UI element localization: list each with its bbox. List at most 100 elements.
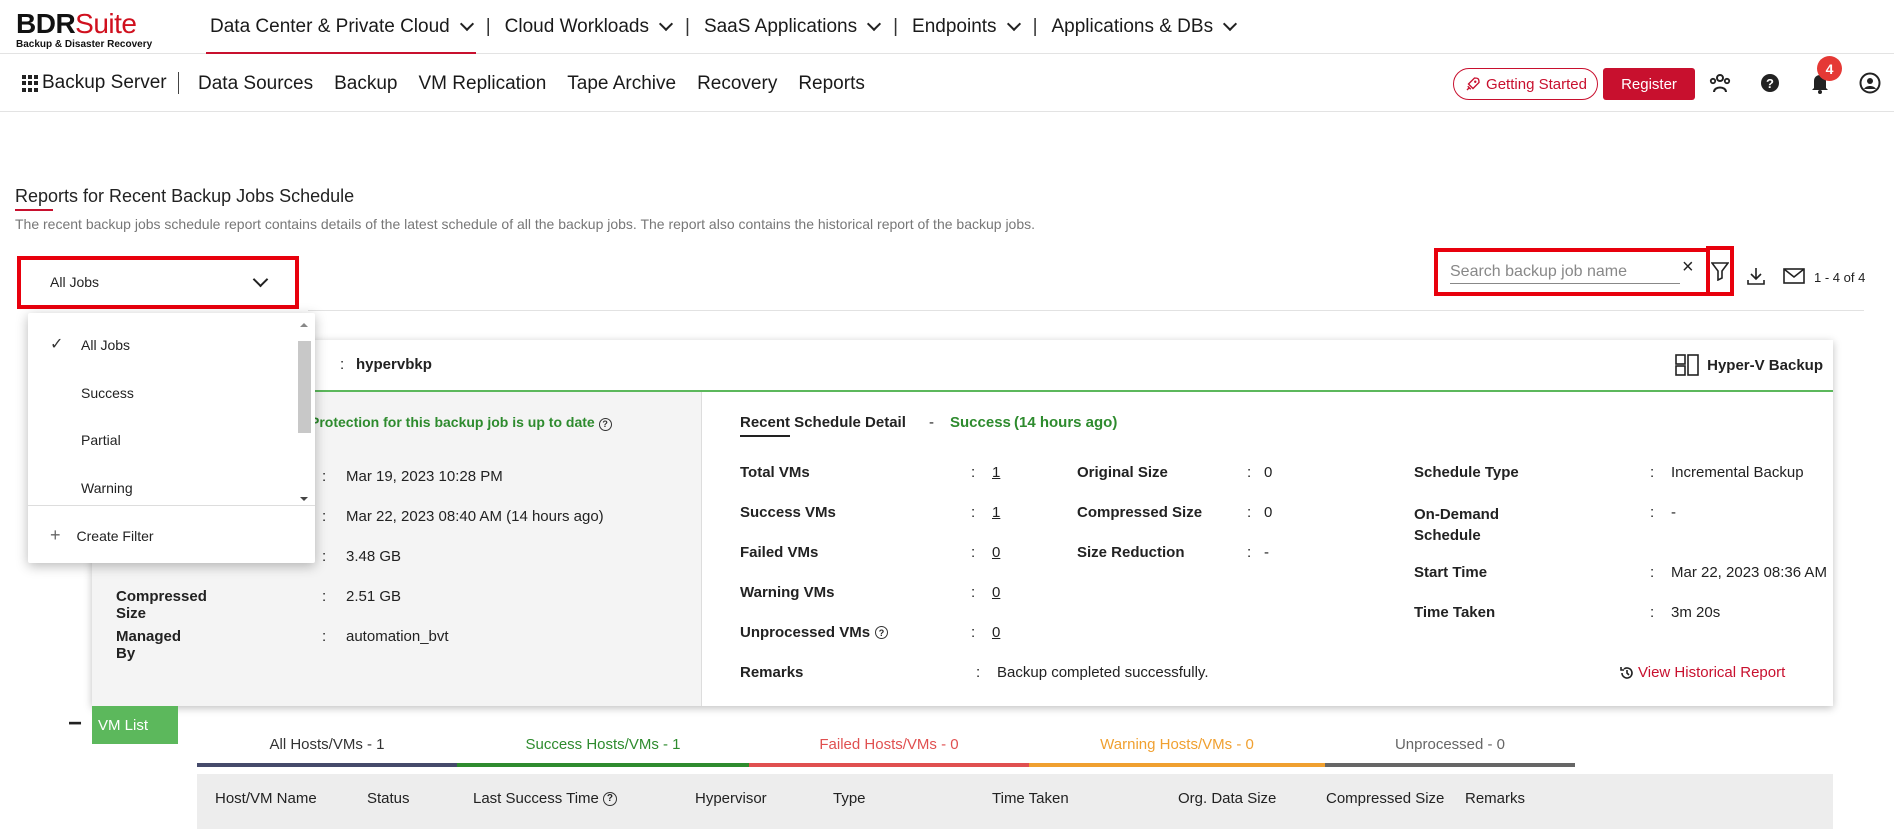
- menu-vm-replication[interactable]: VM Replication: [419, 73, 547, 95]
- menu-backup[interactable]: Backup: [334, 73, 397, 95]
- separator-colon: :: [1650, 504, 1655, 521]
- svg-text:?: ?: [1766, 76, 1774, 91]
- view-historical-report-link[interactable]: View Historical Report: [1619, 664, 1785, 681]
- column-header[interactable]: Status: [367, 790, 410, 807]
- menu-recovery[interactable]: Recovery: [697, 73, 777, 95]
- users-icon[interactable]: [1708, 71, 1732, 95]
- tab-unprocessed[interactable]: Unprocessed - 0: [1325, 722, 1575, 767]
- topnav-label: SaaS Applications: [703, 16, 858, 37]
- separator-colon: :: [971, 624, 976, 641]
- stat-value: Mar 22, 2023 08:36 AM: [1671, 564, 1827, 581]
- warning-vms-link[interactable]: 0: [992, 584, 1000, 601]
- column-header[interactable]: Type: [833, 790, 866, 807]
- help-icon[interactable]: ?: [875, 626, 888, 639]
- failed-vms-link[interactable]: 0: [992, 544, 1000, 561]
- filter-button[interactable]: [1706, 246, 1734, 296]
- help-icon[interactable]: ?: [1758, 71, 1782, 95]
- separator-colon: :: [322, 548, 327, 565]
- dropdown-scrollbar[interactable]: [295, 319, 311, 505]
- column-header[interactable]: Remarks: [1465, 790, 1525, 807]
- filter-icon: [1711, 262, 1729, 281]
- job-type-label: Hyper-V Backup: [1707, 356, 1823, 374]
- tab-label: All Hosts/VMs - 1: [269, 736, 385, 753]
- help-icon[interactable]: ?: [598, 417, 612, 431]
- separator-colon: :: [322, 468, 327, 485]
- dropdown-option-warning[interactable]: Warning: [81, 480, 133, 496]
- summary-key: Compressed Size: [116, 588, 207, 622]
- getting-started-label: Getting Started: [1486, 75, 1587, 93]
- module-menu: Data Sources Backup VM Replication Tape …: [198, 55, 886, 112]
- stat-label: Total VMs: [740, 464, 810, 481]
- menu-reports[interactable]: Reports: [798, 73, 865, 95]
- menu-tape-archive[interactable]: Tape Archive: [567, 73, 676, 95]
- top-navigation-bar: BDRSuite Backup & Disaster Recovery Data…: [0, 0, 1894, 54]
- scroll-down-icon[interactable]: [298, 495, 310, 503]
- column-header[interactable]: Last Success Time?: [473, 790, 617, 807]
- column-header-label: Last Success Time: [473, 790, 599, 807]
- scroll-up-icon[interactable]: [298, 321, 310, 329]
- topnav-saas-applications[interactable]: SaaS Applications: [690, 0, 893, 54]
- separator-colon: :: [1650, 604, 1655, 621]
- tab-indicator: [1029, 763, 1325, 767]
- job-filter-value: All Jobs: [50, 274, 100, 290]
- help-icon[interactable]: ?: [602, 791, 617, 806]
- create-filter-button[interactable]: + Create Filter: [50, 525, 154, 546]
- success-vms-link[interactable]: 1: [992, 504, 1000, 521]
- module-title[interactable]: Backup Server: [42, 72, 167, 94]
- schedule-detail-panel: Recent Schedule Detail - Success (14 hou…: [703, 392, 1833, 706]
- scrollbar-thumb[interactable]: [298, 341, 311, 433]
- column-header[interactable]: Time Taken: [992, 790, 1069, 807]
- dropdown-option-success[interactable]: Success: [81, 385, 134, 401]
- menu-data-sources[interactable]: Data Sources: [198, 73, 313, 95]
- download-icon[interactable]: [1746, 266, 1766, 291]
- create-filter-label: Create Filter: [76, 527, 154, 544]
- dropdown-option-partial[interactable]: Partial: [81, 432, 121, 448]
- tab-all-hosts[interactable]: All Hosts/VMs - 1: [197, 722, 457, 767]
- search-input[interactable]: [1450, 260, 1680, 284]
- tab-failed-hosts[interactable]: Failed Hosts/VMs - 0: [749, 722, 1029, 767]
- stat-label: Start Time: [1414, 564, 1488, 581]
- clear-search-icon[interactable]: ×: [1682, 256, 1694, 279]
- chevron-down-icon: [1223, 16, 1238, 32]
- tab-warning-hosts[interactable]: Warning Hosts/VMs - 0: [1029, 722, 1325, 767]
- email-icon[interactable]: [1783, 268, 1805, 289]
- column-header[interactable]: Hypervisor: [695, 790, 767, 807]
- total-vms-link[interactable]: 1: [992, 464, 1000, 481]
- separator-colon: :: [1650, 564, 1655, 581]
- separator-colon: :: [322, 508, 327, 525]
- tab-label: Failed Hosts/VMs - 0: [819, 736, 959, 753]
- product-nav: Data Center & Private Cloud | Cloud Work…: [196, 0, 1249, 54]
- topnav-cloud-workloads[interactable]: Cloud Workloads: [491, 0, 685, 54]
- tab-indicator: [197, 763, 457, 767]
- column-header[interactable]: Compressed Size: [1326, 790, 1444, 807]
- summary-key: Managed By: [116, 628, 182, 662]
- separator-colon: :: [971, 544, 976, 561]
- topnav-data-center[interactable]: Data Center & Private Cloud: [196, 0, 486, 54]
- dropdown-option-all-jobs[interactable]: All Jobs: [81, 337, 130, 353]
- register-button[interactable]: Register: [1603, 68, 1695, 100]
- column-header[interactable]: Host/VM Name: [215, 790, 317, 807]
- job-filter-select[interactable]: All Jobs: [17, 256, 299, 309]
- stat-label: Schedule Type: [1414, 464, 1519, 481]
- tab-success-hosts[interactable]: Success Hosts/VMs - 1: [457, 722, 749, 767]
- user-profile-icon[interactable]: [1858, 71, 1882, 95]
- column-header[interactable]: Org. Data Size: [1178, 790, 1276, 807]
- topnav-applications-dbs[interactable]: Applications & DBs: [1038, 0, 1250, 54]
- app-grid-icon[interactable]: [22, 75, 39, 92]
- stat-value: -: [1671, 504, 1676, 521]
- divider: [28, 505, 315, 506]
- getting-started-button[interactable]: Getting Started: [1453, 68, 1598, 100]
- collapse-toggle[interactable]: −: [68, 710, 82, 738]
- search-container: ×: [1434, 248, 1734, 296]
- topnav-endpoints[interactable]: Endpoints: [898, 0, 1033, 54]
- unprocessed-vms-link[interactable]: 0: [992, 624, 1000, 641]
- vm-list-tag[interactable]: VM List: [92, 706, 178, 744]
- rocket-icon: [1466, 77, 1480, 91]
- summary-value: Mar 22, 2023 08:40 AM (14 hours ago): [346, 508, 604, 525]
- summary-value: automation_bvt: [346, 628, 449, 645]
- job-name[interactable]: hypervbkp: [356, 356, 432, 373]
- separator-colon: :: [976, 664, 981, 681]
- separator-colon: :: [971, 584, 976, 601]
- vm-status-tabs: All Hosts/VMs - 1 Success Hosts/VMs - 1 …: [197, 722, 1833, 767]
- brand-logo[interactable]: BDRSuite Backup & Disaster Recovery: [16, 10, 152, 51]
